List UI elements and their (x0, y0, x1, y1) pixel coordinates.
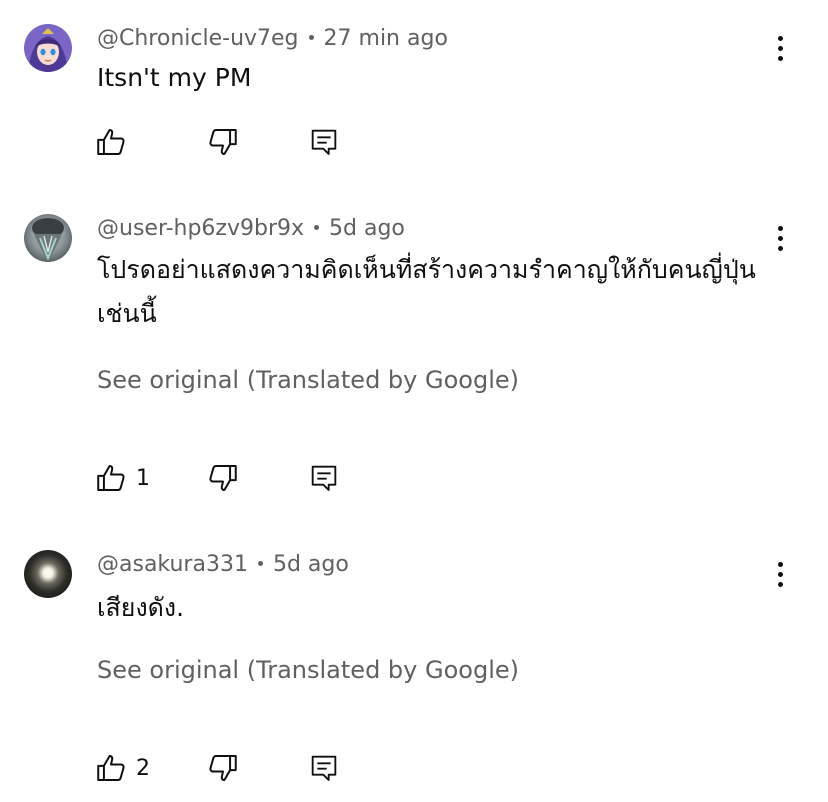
reply-button[interactable] (308, 748, 340, 788)
reply-button[interactable] (308, 458, 340, 498)
like-button[interactable]: 1 (94, 458, 150, 498)
dislike-button[interactable] (206, 748, 240, 788)
thumbs-down-icon (209, 464, 237, 492)
reply-button[interactable] (308, 122, 340, 162)
like-button[interactable]: 2 (94, 748, 150, 788)
reply-icon (311, 465, 337, 491)
more-vertical-icon[interactable] (766, 30, 794, 66)
like-count: 2 (136, 755, 150, 781)
comment-actions: 1 (94, 458, 394, 498)
comment-author[interactable]: @asakura331 (97, 552, 248, 577)
comment-time[interactable]: 5d ago (329, 216, 405, 241)
thumbs-down-icon (209, 128, 237, 156)
avatar[interactable] (24, 550, 72, 598)
thumbs-down-icon (209, 754, 237, 782)
comment-author[interactable]: @Chronicle-uv7eg (97, 26, 299, 51)
separator-dot (314, 225, 320, 230)
thumbs-up-icon (97, 128, 125, 156)
comment-meta: @user-hp6zv9br9x 5d ago (97, 214, 405, 244)
comment-meta: @asakura331 5d ago (97, 550, 349, 580)
comment-text: โปรดอย่าแสดงความคิดเห็นที่สร้างความรำคาญ… (97, 255, 756, 328)
reply-icon (311, 129, 337, 155)
thumbs-up-icon (97, 754, 125, 782)
avatar[interactable] (24, 24, 72, 72)
comment-text: Itsn't my PM (97, 63, 252, 92)
thumbs-up-icon (97, 464, 125, 492)
see-original-link[interactable]: See original (Translated by Google) (97, 366, 519, 394)
more-vertical-icon[interactable] (766, 556, 794, 592)
avatar[interactable] (24, 214, 72, 262)
reply-icon (311, 755, 337, 781)
comment-actions (94, 122, 394, 162)
comment-meta: @Chronicle-uv7eg 27 min ago (97, 24, 448, 54)
comment-time[interactable]: 5d ago (273, 552, 349, 577)
like-button[interactable] (94, 122, 136, 162)
like-count: 1 (136, 465, 150, 491)
dislike-button[interactable] (206, 122, 240, 162)
comment-actions: 2 (94, 748, 394, 788)
separator-dot (257, 561, 263, 566)
comment-author[interactable]: @user-hp6zv9br9x (97, 216, 304, 241)
dislike-button[interactable] (206, 458, 240, 498)
separator-dot (308, 35, 314, 40)
comment-time[interactable]: 27 min ago (324, 26, 448, 51)
more-vertical-icon[interactable] (766, 220, 794, 256)
comment-text: เสียงดัง. (97, 593, 185, 622)
see-original-link[interactable]: See original (Translated by Google) (97, 656, 519, 684)
